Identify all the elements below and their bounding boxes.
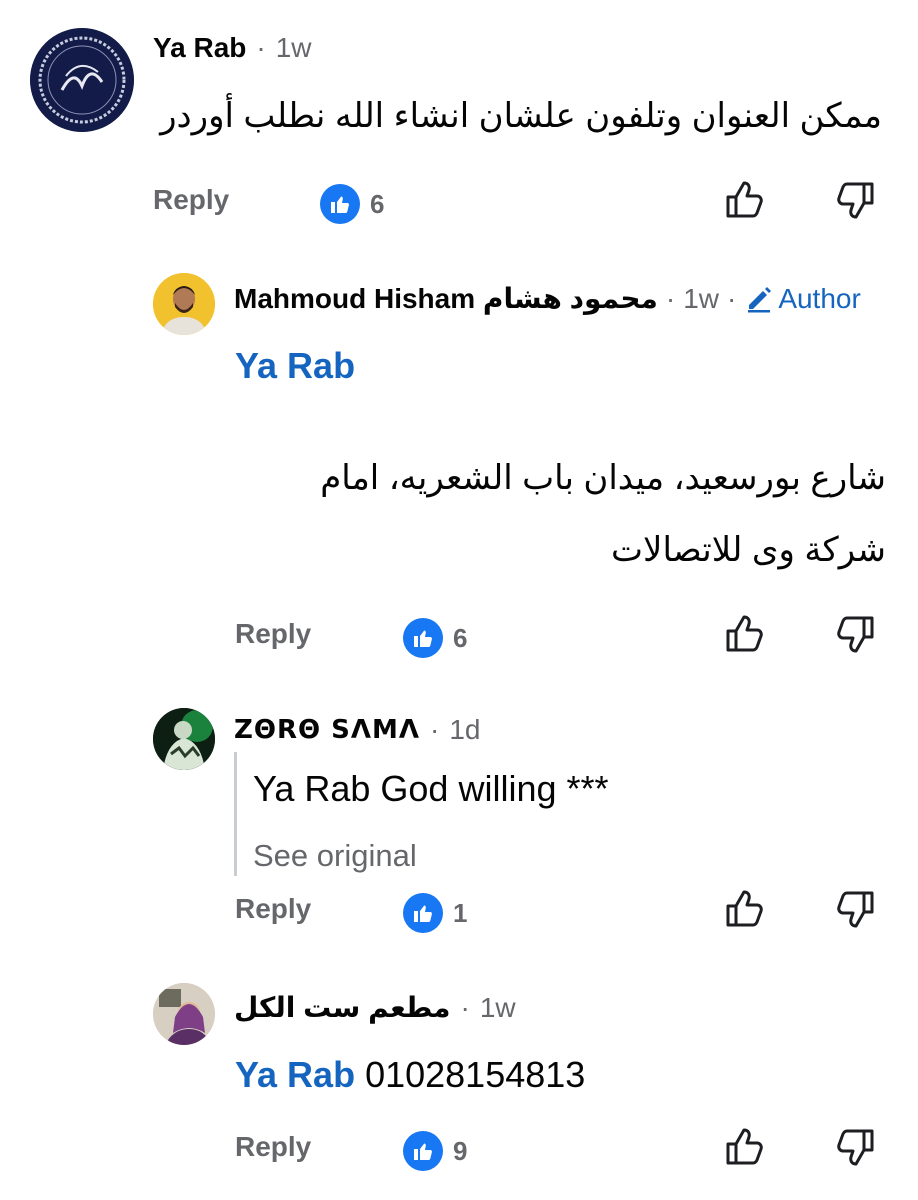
author-name[interactable]: ZΘRΘ SΛMΛ xyxy=(234,715,420,745)
like-count: 1 xyxy=(453,897,468,928)
reply-button[interactable]: Reply xyxy=(235,893,311,925)
comment-text-line-2: شركة وى للاتصالات xyxy=(611,531,886,569)
translated-text: Ya Rab God willing *** xyxy=(253,768,609,809)
avatar[interactable] xyxy=(153,273,215,335)
like-count: 9 xyxy=(453,1135,468,1166)
timestamp[interactable]: 1w xyxy=(683,283,719,315)
downvote-icon[interactable] xyxy=(834,612,878,656)
author-name[interactable]: Mahmoud Hisham محمود هشام xyxy=(234,282,658,315)
thumbs-up-icon xyxy=(403,618,443,658)
profile-photo xyxy=(153,708,215,770)
separator-dot: · xyxy=(460,991,470,1023)
thumbs-up-icon xyxy=(320,184,360,224)
downvote-icon[interactable] xyxy=(834,1125,878,1169)
avatar[interactable] xyxy=(30,28,134,132)
profile-photo xyxy=(153,273,215,335)
reaction-summary[interactable]: 9 xyxy=(403,1131,467,1171)
reaction-summary[interactable]: 6 xyxy=(320,184,384,224)
comment-text-line-1: شارع بورسعيد، ميدان باب الشعريه، امام xyxy=(320,459,886,497)
separator-dot: · xyxy=(429,714,440,745)
upvote-icon[interactable] xyxy=(722,612,766,656)
timestamp[interactable]: 1w xyxy=(480,992,516,1024)
upvote-icon[interactable] xyxy=(722,887,766,931)
separator-dot: · xyxy=(726,282,737,314)
upvote-icon[interactable] xyxy=(722,178,766,222)
profile-photo xyxy=(153,983,215,1045)
mention-link[interactable]: Ya Rab xyxy=(235,345,355,387)
reply-button[interactable]: Reply xyxy=(153,184,229,216)
author-name[interactable]: Ya Rab xyxy=(153,32,246,64)
separator-dot: · xyxy=(665,282,676,314)
upvote-icon[interactable] xyxy=(722,1125,766,1169)
author-badge-label: Author xyxy=(778,282,861,314)
downvote-icon[interactable] xyxy=(834,887,878,931)
timestamp[interactable]: 1d xyxy=(449,714,480,746)
mention-link[interactable]: Ya Rab xyxy=(235,1054,355,1095)
reaction-summary[interactable]: 1 xyxy=(403,893,467,933)
downvote-icon[interactable] xyxy=(834,178,878,222)
reaction-summary[interactable]: 6 xyxy=(403,618,467,658)
author-name[interactable]: مطعم ست الكل xyxy=(234,991,451,1024)
thumbs-up-icon xyxy=(403,893,443,933)
avatar[interactable] xyxy=(153,708,215,770)
translation-quote-bar xyxy=(234,752,237,876)
pencil-icon xyxy=(748,286,772,312)
author-badge: Author xyxy=(744,283,861,315)
reply-button[interactable]: Reply xyxy=(235,1131,311,1163)
avatar[interactable] xyxy=(153,983,215,1045)
comment-text: 01028154813 xyxy=(365,1054,586,1095)
like-count: 6 xyxy=(453,622,468,653)
thumbs-up-icon xyxy=(403,1131,443,1171)
separator-dot: · xyxy=(256,32,266,63)
like-count: 6 xyxy=(370,188,385,219)
reply-button[interactable]: Reply xyxy=(235,618,311,650)
calligraphy-avatar-image xyxy=(30,28,134,132)
timestamp[interactable]: 1w xyxy=(276,32,312,64)
comment-text-row: Ya Rab 01028154813 xyxy=(235,1054,585,1096)
see-original-link[interactable]: See original xyxy=(253,838,417,874)
comment-text: ممكن العنوان وتلفون علشان انشاء الله نطل… xyxy=(160,97,882,135)
